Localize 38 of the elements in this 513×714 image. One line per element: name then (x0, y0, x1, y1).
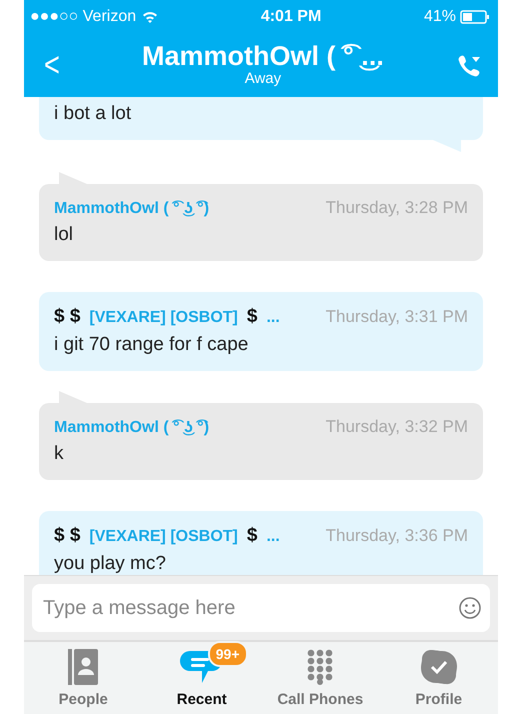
tab[interactable]: People (24, 642, 142, 714)
message-text: i bot a lot (54, 103, 132, 125)
message-field[interactable]: Type a message here (32, 584, 490, 632)
wifi-icon (142, 11, 158, 23)
contact-name: MammothOwl ( ͡° ͜... (142, 40, 384, 72)
unread-badge: 99+ (208, 641, 248, 667)
message-time: Thursday, 3:36 PM (326, 526, 468, 546)
back-button[interactable]: < (38, 46, 66, 85)
clock-text: 4:01 PM (260, 8, 322, 26)
message-text: i git 70 range for f cape (54, 334, 250, 356)
sender-name: [VEXARE] [OSBOT] (89, 528, 238, 546)
sender-name: ... (266, 309, 280, 327)
sender-name: $ $ (54, 306, 80, 328)
tab[interactable]: Profile (380, 642, 498, 714)
tab[interactable]: 99+ Recent (142, 642, 261, 714)
carrier-text: ●●●○○ Verizon (30, 8, 136, 26)
sender-name: $ (246, 306, 258, 328)
message-text: you play mc? (54, 553, 167, 575)
message-time: Thursday, 3:31 PM (326, 307, 468, 327)
message-text: lol (54, 224, 74, 246)
battery-text: 41% (424, 8, 456, 26)
sender-name: MammothOwl ( ͡° ͜ʖ ͡°) (54, 419, 210, 437)
tab[interactable]: Call Phones (261, 642, 380, 714)
battery-icon (460, 10, 490, 24)
presence-status: Away (244, 70, 282, 86)
emoji-icon[interactable] (458, 596, 482, 620)
sender-name: ... (266, 528, 280, 546)
message-time: Thursday, 3:28 PM (326, 198, 468, 218)
sender-name: $ $ (54, 525, 80, 547)
message-text: k (54, 443, 64, 465)
dialpad-icon (306, 649, 334, 685)
sender-name: $ (246, 525, 258, 547)
checkmark-icon (420, 649, 458, 685)
phone-icon[interactable] (456, 52, 482, 78)
contact-book-icon (68, 649, 98, 685)
sender-name: MammothOwl ( ͡° ͜ʖ ͡°) (54, 200, 210, 218)
sender-name: [VEXARE] [OSBOT] (89, 309, 238, 327)
message-time: Thursday, 3:32 PM (326, 417, 468, 437)
